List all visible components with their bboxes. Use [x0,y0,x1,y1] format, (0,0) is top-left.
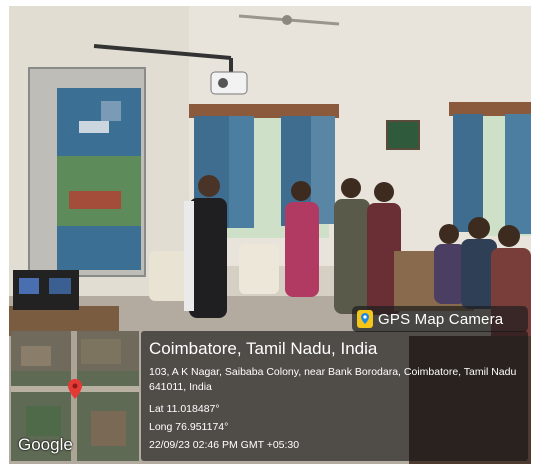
camera-app-icon [357,310,373,328]
location-address: 103, A K Nagar, Saibaba Colony, near Ban… [149,366,517,393]
projection-screen [28,67,146,277]
wall-picture [386,120,420,150]
timestamp-text: 22/09/23 02:46 PM GMT +05:30 [149,439,300,451]
gps-map-camera-badge: GPS Map Camera [352,306,528,332]
map-thumbnail: Google [11,331,139,461]
location-info-panel: Coimbatore, Tamil Nadu, India 103, A K N… [141,331,528,461]
longitude-text: Long 76.951174° [149,421,229,433]
latitude-text: Lat 11.018487° [149,403,220,415]
google-logo-label: Google [18,435,73,454]
map-pin-icon [68,379,82,399]
photo-frame: Google GPS Map Camera Coimbatore, Tamil … [9,6,531,464]
gps-badge-label: GPS Map Camera [378,310,504,328]
location-city: Coimbatore, Tamil Nadu, India [149,339,378,358]
